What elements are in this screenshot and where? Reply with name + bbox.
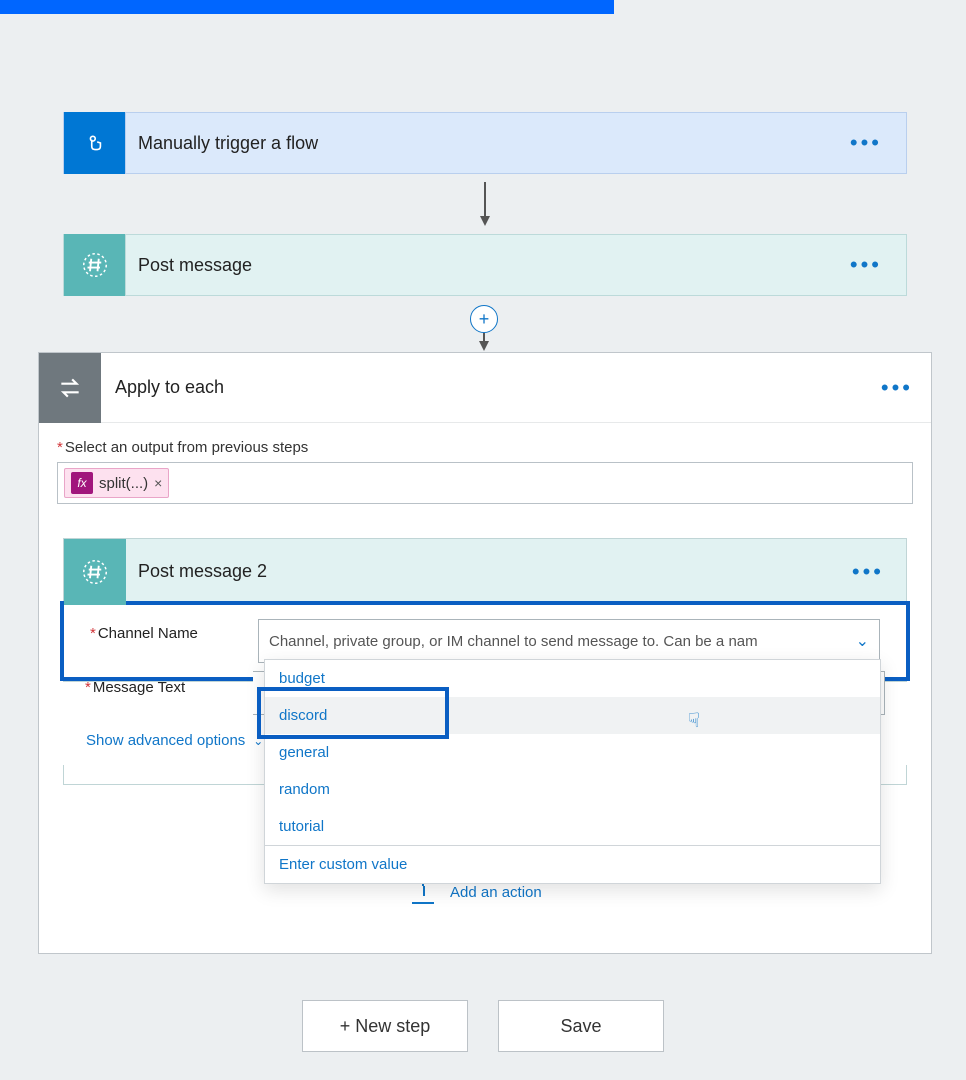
dropdown-option-random[interactable]: random: [265, 771, 880, 808]
hash-icon: [64, 539, 126, 605]
dropdown-enter-custom[interactable]: Enter custom value: [265, 846, 880, 883]
channel-label: *Channel Name: [68, 609, 258, 642]
hash-icon: [64, 234, 126, 296]
post-message-title: Post message: [138, 255, 826, 276]
post-message-card[interactable]: Post message •••: [63, 234, 907, 296]
channel-dropdown: budget discord☟ general random tutorial …: [264, 659, 881, 884]
trigger-menu-icon[interactable]: •••: [826, 130, 906, 156]
select-output-label: *Select an output from previous steps: [57, 439, 913, 456]
post-message-2-header[interactable]: Post message 2 •••: [64, 539, 906, 605]
trigger-card[interactable]: Manually trigger a flow •••: [63, 112, 907, 174]
cursor-icon: ☟: [688, 703, 700, 740]
bottom-button-bar: + New step Save: [302, 1000, 664, 1052]
chevron-down-icon: ⌄: [856, 631, 869, 651]
apply-to-each-header[interactable]: Apply to each •••: [39, 353, 931, 423]
chevron-down-icon: ⌄: [253, 734, 263, 748]
show-advanced-options-link[interactable]: Show advanced options⌄: [86, 732, 263, 749]
top-bar: [0, 0, 614, 14]
fx-icon: fx: [71, 472, 93, 494]
connector-add-wrap: +: [470, 305, 500, 351]
select-output-input[interactable]: fx split(...) ×: [57, 462, 913, 504]
post-message-menu-icon[interactable]: •••: [826, 252, 906, 278]
required-icon: *: [85, 679, 91, 696]
expression-chip[interactable]: fx split(...) ×: [64, 468, 169, 498]
add-step-icon[interactable]: +: [470, 305, 498, 333]
trigger-title: Manually trigger a flow: [138, 133, 826, 154]
new-step-button[interactable]: + New step: [302, 1000, 468, 1052]
channel-combobox[interactable]: Channel, private group, or IM channel to…: [258, 619, 880, 663]
apply-to-each-menu-icon[interactable]: •••: [863, 375, 931, 401]
flow-canvas: Manually trigger a flow ••• Post message…: [0, 14, 966, 1080]
expression-text: split(...): [99, 475, 148, 492]
post-message-2-title: Post message 2: [138, 561, 830, 582]
connector-arrow-icon: [480, 182, 490, 228]
apply-to-each-title: Apply to each: [115, 377, 863, 398]
touch-icon: [64, 112, 126, 174]
save-button[interactable]: Save: [498, 1000, 664, 1052]
dropdown-option-tutorial[interactable]: tutorial: [265, 808, 880, 845]
required-icon: *: [57, 439, 63, 456]
message-text-label: *Message Text: [63, 671, 253, 715]
dropdown-option-general[interactable]: general: [265, 734, 880, 771]
post-message-2-menu-icon[interactable]: •••: [830, 559, 906, 585]
loop-icon: [39, 353, 101, 423]
dropdown-option-budget[interactable]: budget: [265, 660, 880, 697]
dropdown-option-discord[interactable]: discord☟: [265, 697, 880, 734]
required-icon: *: [90, 625, 96, 642]
remove-chip-icon[interactable]: ×: [154, 475, 162, 491]
channel-placeholder: Channel, private group, or IM channel to…: [269, 633, 850, 650]
